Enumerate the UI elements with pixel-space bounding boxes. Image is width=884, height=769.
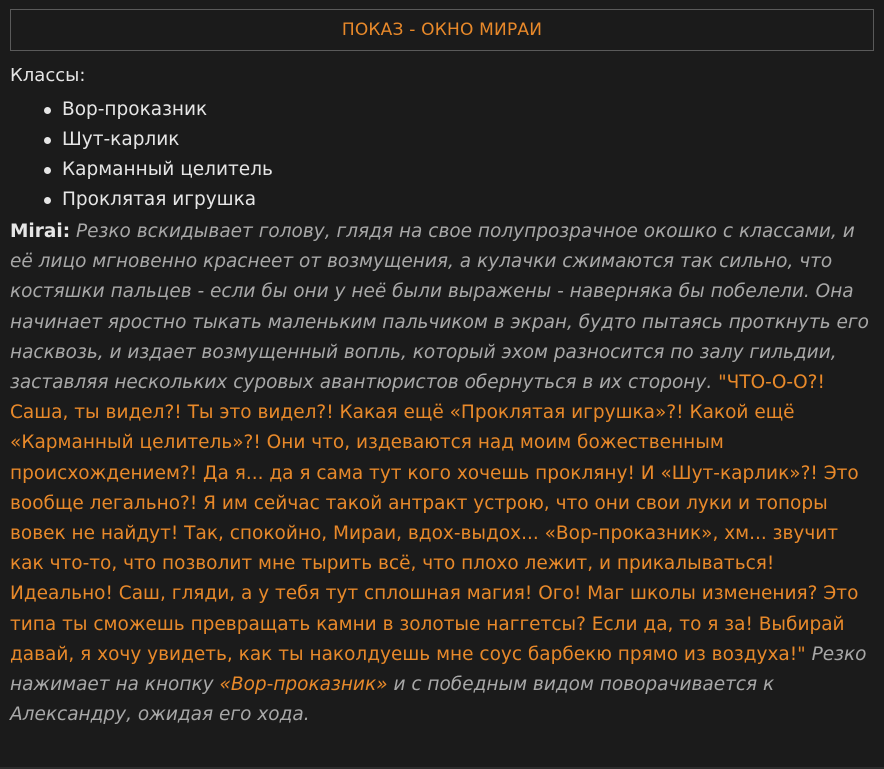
- class-name: Шут-карлик: [62, 129, 180, 150]
- class-name: Проклятая игрушка: [62, 189, 257, 210]
- list-item: Шут-карлик: [44, 125, 874, 155]
- classes-list: Вор-проказник Шут-карлик Карманный целит…: [10, 95, 874, 215]
- message-paragraph: Mirai: Резко вскидывает голову, глядя на…: [10, 217, 874, 730]
- class-name: Вор-проказник: [62, 99, 208, 120]
- list-item: Проклятая игрушка: [44, 185, 874, 215]
- window-title: ПОКАЗ - ОКНО МИРАИ: [341, 20, 543, 40]
- list-item: Карманный целитель: [44, 155, 874, 185]
- action-text: Резко вскидывает голову, глядя на свое п…: [10, 221, 869, 394]
- list-item: Вор-проказник: [44, 95, 874, 125]
- bullet-icon: [44, 137, 51, 144]
- action-highlight: «Вор-проказник»: [219, 674, 388, 696]
- speech-text: "ЧТО-О-О?! Саша, ты видел?! Ты это видел…: [10, 372, 859, 665]
- class-name: Карманный целитель: [62, 159, 273, 180]
- bullet-icon: [44, 197, 51, 204]
- classes-label: Классы:: [10, 65, 86, 86]
- message-block: ПОКАЗ - ОКНО МИРАИ Классы: Вор-проказник…: [10, 9, 874, 730]
- window-title-banner: ПОКАЗ - ОКНО МИРАИ: [10, 9, 874, 51]
- bullet-icon: [44, 107, 51, 114]
- bullet-icon: [44, 167, 51, 174]
- speaker-name: Mirai:: [10, 221, 71, 242]
